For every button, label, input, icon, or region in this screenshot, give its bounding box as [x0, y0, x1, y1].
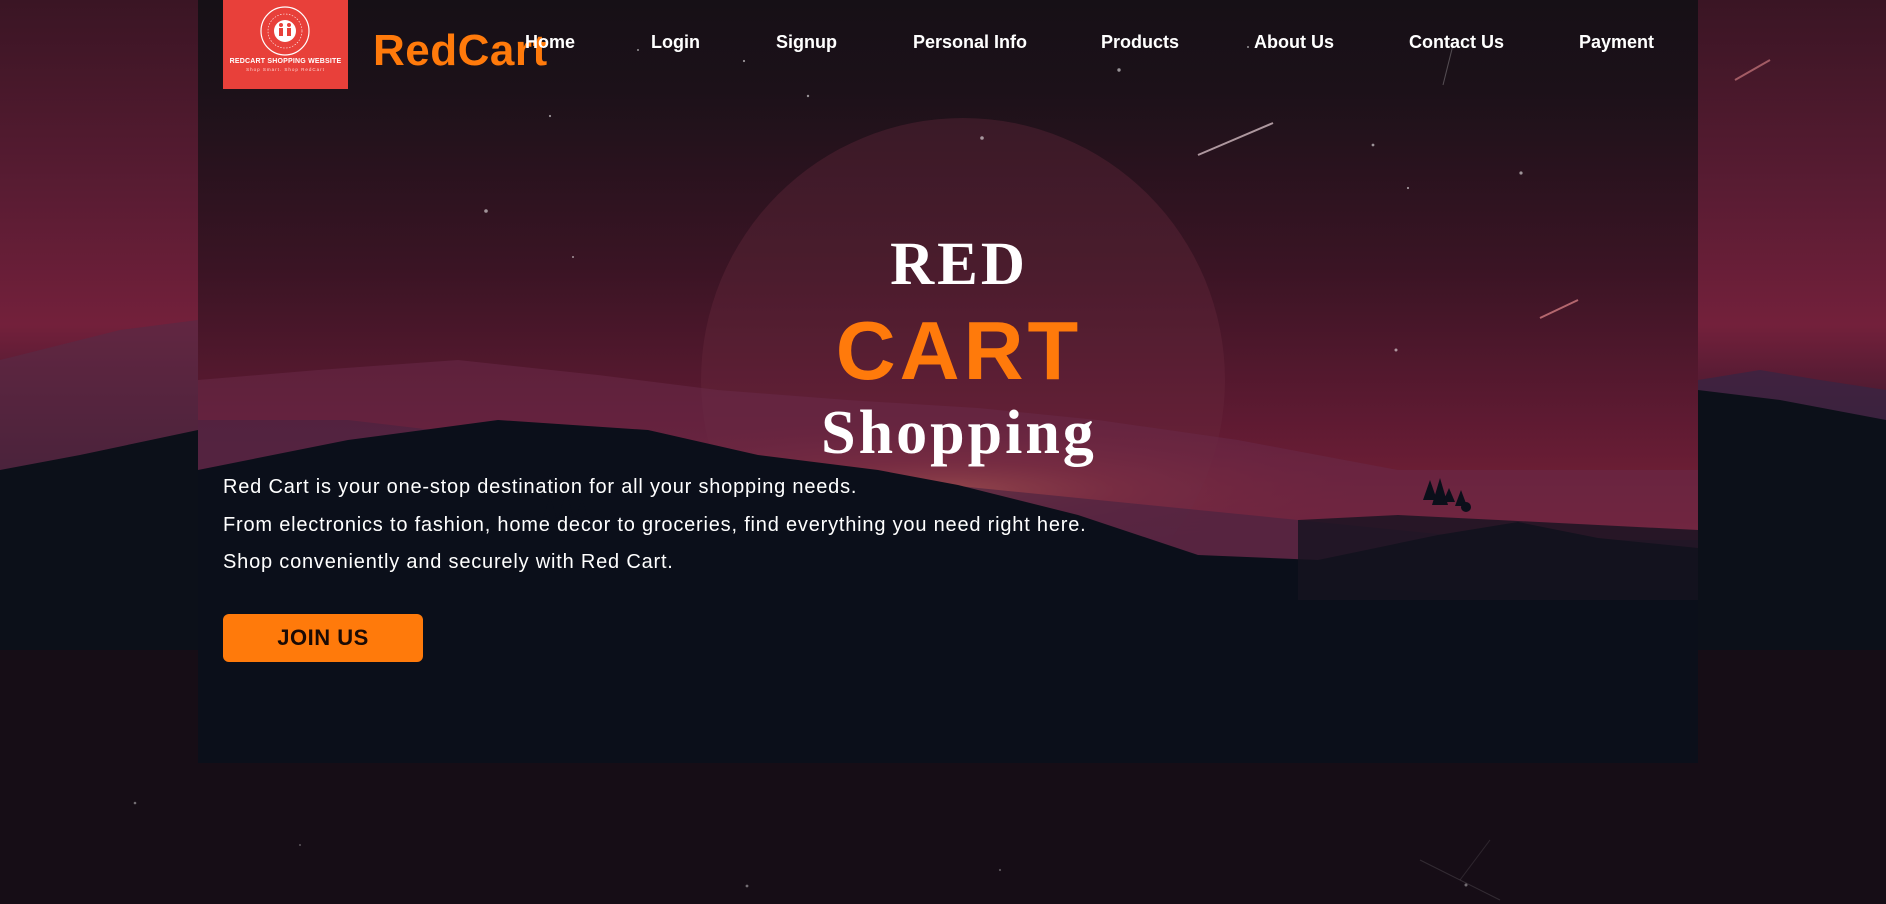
logo-caption: REDCART SHOPPING WEBSITE: [229, 58, 342, 65]
nav-about-us[interactable]: About Us: [1254, 31, 1334, 53]
join-us-button[interactable]: JOIN US: [223, 614, 423, 662]
nav-signup[interactable]: Signup: [776, 31, 837, 53]
hero-title-red: RED: [890, 231, 1028, 298]
logo-emblem-icon: [260, 6, 310, 56]
hero-description-line-3: Shop conveniently and securely with Red …: [223, 551, 674, 573]
nav-login[interactable]: Login: [651, 31, 700, 53]
nav-home[interactable]: Home: [525, 31, 575, 53]
brand-name[interactable]: RedCart: [373, 26, 548, 76]
nav-personal-info[interactable]: Personal Info: [913, 31, 1027, 53]
hero-description-line-1: Red Cart is your one-stop destination fo…: [223, 476, 858, 498]
nav-payment[interactable]: Payment: [1579, 31, 1654, 53]
hero-title-shopping: Shopping: [821, 399, 1097, 467]
hero-description-line-2: From electronics to fashion, home decor …: [223, 514, 1087, 536]
nav-contact-us[interactable]: Contact Us: [1409, 31, 1504, 53]
logo[interactable]: REDCART SHOPPING WEBSITE Shop Smart. Sho…: [223, 0, 348, 89]
logo-tagline: Shop Smart. Shop RedCart: [246, 67, 325, 72]
nav-products[interactable]: Products: [1101, 31, 1179, 53]
hero-title-cart: CART: [835, 304, 1083, 397]
